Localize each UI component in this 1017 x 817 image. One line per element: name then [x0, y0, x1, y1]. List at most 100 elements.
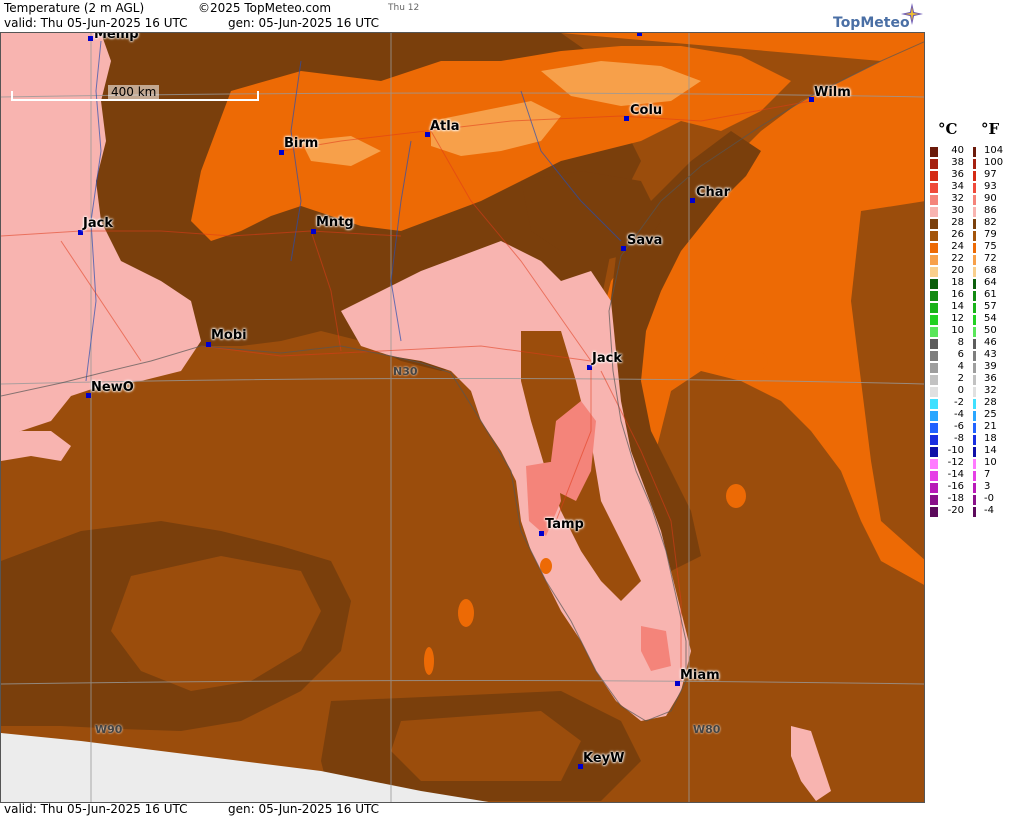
city-label[interactable]: Miam [680, 668, 720, 683]
legend-celsius-value: 22 [951, 253, 964, 264]
legend-swatch-f [973, 195, 976, 205]
grid-label-n30: N30 [393, 365, 418, 378]
legend-celsius-value: -20 [947, 505, 964, 516]
legend-fahrenheit-header: °F [981, 120, 1000, 138]
city-label[interactable]: Sava [627, 233, 662, 248]
legend-celsius-value: 34 [951, 181, 964, 192]
legend-fahrenheit-value: 82 [984, 217, 997, 228]
legend-swatch-f [973, 315, 976, 325]
city-label[interactable]: Tamp [545, 517, 584, 532]
legend-celsius-value: 28 [951, 217, 964, 228]
legend-celsius-value: 16 [951, 289, 964, 300]
legend-fahrenheit-value: 7 [984, 469, 991, 480]
legend-swatch-f [973, 507, 976, 517]
legend-swatch-f [973, 207, 976, 217]
legend-celsius-value: 24 [951, 241, 964, 252]
city-label[interactable]: Birm [284, 136, 318, 151]
legend-celsius-value: 8 [957, 337, 964, 348]
legend-celsius-value: -12 [947, 457, 964, 468]
city-dot [637, 33, 642, 36]
city-dot [624, 116, 629, 121]
legend-celsius-value: 38 [951, 157, 964, 168]
grid-label-w80: W80 [693, 723, 721, 736]
legend-fahrenheit-value: 10 [984, 457, 997, 468]
city-label[interactable]: NewO [91, 380, 134, 395]
legend-fahrenheit-value: 61 [984, 289, 997, 300]
legend-swatch-f [973, 159, 976, 169]
legend-swatch-f [973, 411, 976, 421]
legend-swatch-f [973, 255, 976, 265]
map-canvas [1, 33, 924, 802]
city-dot [88, 36, 93, 41]
legend-celsius-value: -18 [947, 493, 964, 504]
logo-star-icon [901, 3, 923, 25]
city-label[interactable]: Atla [430, 119, 460, 134]
temperature-map[interactable]: 400 km N30 W90 W80 Memp Wilm Atla Colu B… [0, 32, 925, 803]
legend-swatch-f [973, 435, 976, 445]
legend-celsius-value: 14 [951, 301, 964, 312]
legend-swatch-f [973, 279, 976, 289]
legend-fahrenheit-value: 75 [984, 241, 997, 252]
city-label[interactable]: Wilm [814, 85, 851, 100]
legend-fahrenheit-value: 46 [984, 337, 997, 348]
legend-fahrenheit-value: 68 [984, 265, 997, 276]
legend-fahrenheit-value: 72 [984, 253, 997, 264]
generated-time-label: gen: 05-Jun-2025 16 UTC [228, 16, 380, 30]
city-label[interactable]: Memp [94, 33, 139, 42]
legend-swatch-f [973, 183, 976, 193]
legend-swatch-f [973, 303, 976, 313]
footer-generated-time-label: gen: 05-Jun-2025 16 UTC [228, 802, 380, 816]
day-tag: Thu 12 [388, 3, 420, 13]
footer-valid-time-label: valid: Thu 05-Jun-2025 16 UTC [4, 802, 188, 816]
legend-fahrenheit-value: 21 [984, 421, 997, 432]
legend-swatch-f [973, 147, 976, 157]
city-label[interactable]: KeyW [583, 751, 624, 766]
legend-swatch-f [973, 447, 976, 457]
city-label[interactable]: Jack [592, 351, 622, 366]
legend-celsius-value: 18 [951, 277, 964, 288]
legend-celsius-value: -2 [954, 397, 964, 408]
legend-swatch-f [973, 267, 976, 277]
legend-swatch-f [973, 291, 976, 301]
legend-swatch-f [973, 243, 976, 253]
legend-swatch-f [973, 459, 976, 469]
legend-fahrenheit-value: 14 [984, 445, 997, 456]
legend-swatch-f [973, 339, 976, 349]
legend-fahrenheit-value: 3 [984, 481, 991, 492]
legend-fahrenheit-value: 64 [984, 277, 997, 288]
legend-celsius-value: 6 [957, 349, 964, 360]
legend-celsius-value: 10 [951, 325, 964, 336]
map-title: Temperature (2 m AGL) [4, 1, 145, 15]
legend-fahrenheit-value: -0 [984, 493, 994, 504]
legend-celsius-value: -6 [954, 421, 964, 432]
city-label[interactable]: Colu [630, 103, 662, 118]
legend-celsius-value: 36 [951, 169, 964, 180]
city-label[interactable]: Mobi [211, 328, 247, 343]
copyright-label: ©2025 TopMeteo.com [198, 1, 332, 15]
legend-celsius-value: 12 [951, 313, 964, 324]
valid-time-label: valid: Thu 05-Jun-2025 16 UTC [4, 16, 188, 30]
legend-celsius-header: °C [938, 120, 958, 138]
city-label[interactable]: Mntg [316, 215, 354, 230]
legend-swatch-f [973, 495, 976, 505]
legend-celsius-value: 20 [951, 265, 964, 276]
legend-celsius-value: 40 [951, 145, 964, 156]
legend-celsius-value: 30 [951, 205, 964, 216]
legend-fahrenheit-value: 18 [984, 433, 997, 444]
city-label[interactable]: Jack [83, 216, 113, 231]
legend-celsius-value: 26 [951, 229, 964, 240]
legend-fahrenheit-value: 79 [984, 229, 997, 240]
city-dot [690, 198, 695, 203]
legend-swatch-f [973, 483, 976, 493]
legend-swatch-f [973, 171, 976, 181]
legend-celsius-value: -14 [947, 469, 964, 480]
legend-fahrenheit-value: 43 [984, 349, 997, 360]
legend-celsius-value: 2 [957, 373, 964, 384]
legend-fahrenheit-value: 93 [984, 181, 997, 192]
grid-label-w90: W90 [95, 723, 123, 736]
legend-swatch-f [973, 231, 976, 241]
legend-celsius-value: -10 [947, 445, 964, 456]
topmeteo-logo: TopMeteo [833, 3, 923, 31]
city-label[interactable]: Char [696, 185, 730, 200]
scale-bar-label: 400 km [108, 85, 160, 99]
